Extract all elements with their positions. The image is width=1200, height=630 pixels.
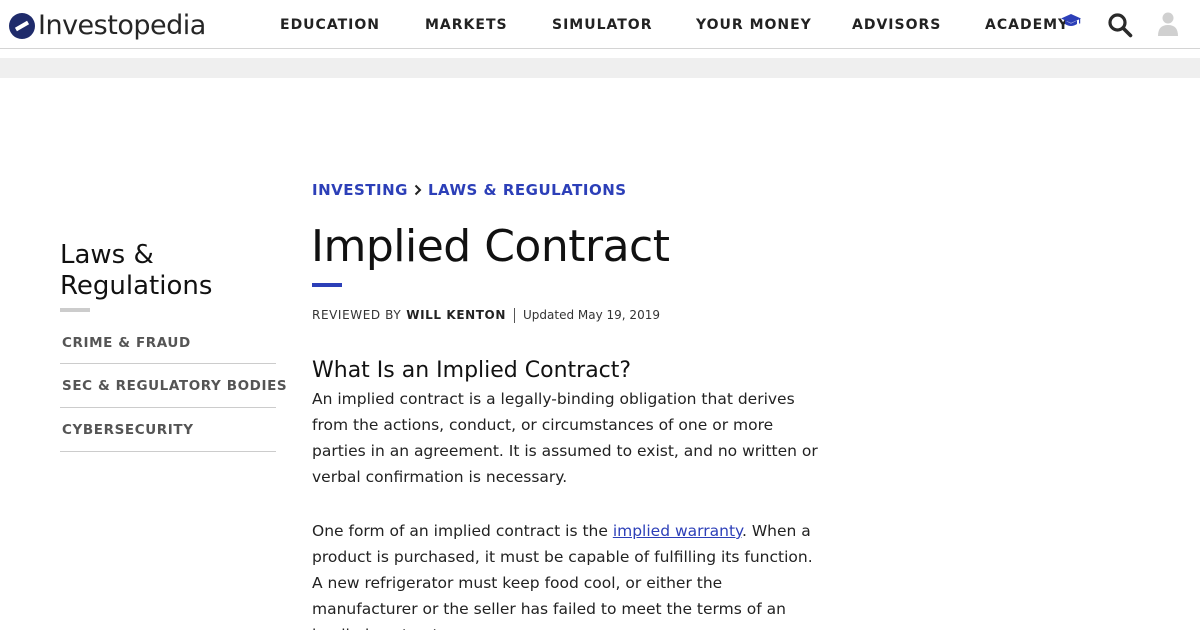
chevron-right-icon (408, 179, 428, 201)
sidebar-item-cybersecurity: CYBERSECURITY (60, 408, 276, 452)
implied-warranty-link[interactable]: implied warranty (613, 522, 742, 540)
nav-your-money[interactable]: YOUR MONEY (696, 17, 812, 33)
title-accent-rule (312, 283, 342, 287)
sidebar-list: CRIME & FRAUD SEC & REGULATORY BODIES CY… (60, 323, 287, 452)
sidebar-link-crime-fraud[interactable]: CRIME & FRAUD (62, 335, 191, 351)
sidebar-item-sec-regulatory-bodies: SEC & REGULATORY BODIES (60, 364, 287, 408)
article-paragraph: An implied contract is a legally-binding… (312, 390, 818, 486)
breadcrumb-laws-regulations[interactable]: LAWS & REGULATIONS (428, 181, 627, 199)
reviewed-by-label: REVIEWED BY (312, 308, 402, 322)
site-logo[interactable]: Investopedia (9, 10, 206, 42)
sidebar: Laws & Regulations CRIME & FRAUD SEC & R… (60, 240, 287, 452)
logo-mark-icon (9, 13, 35, 39)
byline: REVIEWED BY WILL KENTON Updated May 19, … (312, 306, 660, 324)
reviewer-link[interactable]: WILL KENTON (406, 308, 506, 322)
byline-divider (514, 307, 516, 323)
nav-education[interactable]: EDUCATION (280, 17, 380, 33)
search-icon[interactable] (1107, 12, 1133, 38)
paragraph-text: One form of an implied contract is the (312, 522, 613, 540)
section-heading: What Is an Implied Contract? (312, 358, 632, 383)
nav-simulator[interactable]: SIMULATOR (552, 17, 653, 33)
sidebar-title: Laws & Regulations (60, 240, 213, 301)
sidebar-link-sec-regulatory-bodies[interactable]: SEC & REGULATORY BODIES (62, 378, 287, 394)
sidebar-link-cybersecurity[interactable]: CYBERSECURITY (62, 422, 194, 438)
user-icon[interactable] (1157, 11, 1179, 37)
page-title: Implied Contract (311, 221, 670, 272)
breadcrumb-investing[interactable]: INVESTING (312, 181, 408, 199)
article-paragraph: One form of an implied contract is the i… (312, 518, 828, 630)
breadcrumb: INVESTING LAWS & REGULATIONS (312, 179, 627, 201)
graduation-cap-icon (1061, 14, 1081, 26)
nav-markets[interactable]: MARKETS (425, 17, 508, 33)
sidebar-title-rule (60, 308, 90, 312)
ad-banner-placeholder (0, 58, 1200, 78)
updated-date: Updated May 19, 2019 (523, 308, 660, 322)
nav-academy[interactable]: ACADEMY (985, 17, 1069, 33)
nav-advisors[interactable]: ADVISORS (852, 17, 941, 33)
sidebar-item-crime-fraud: CRIME & FRAUD (60, 323, 276, 364)
logo-text: Investopedia (38, 10, 206, 41)
site-header: Investopedia EDUCATION MARKETS SIMULATOR… (0, 0, 1200, 49)
